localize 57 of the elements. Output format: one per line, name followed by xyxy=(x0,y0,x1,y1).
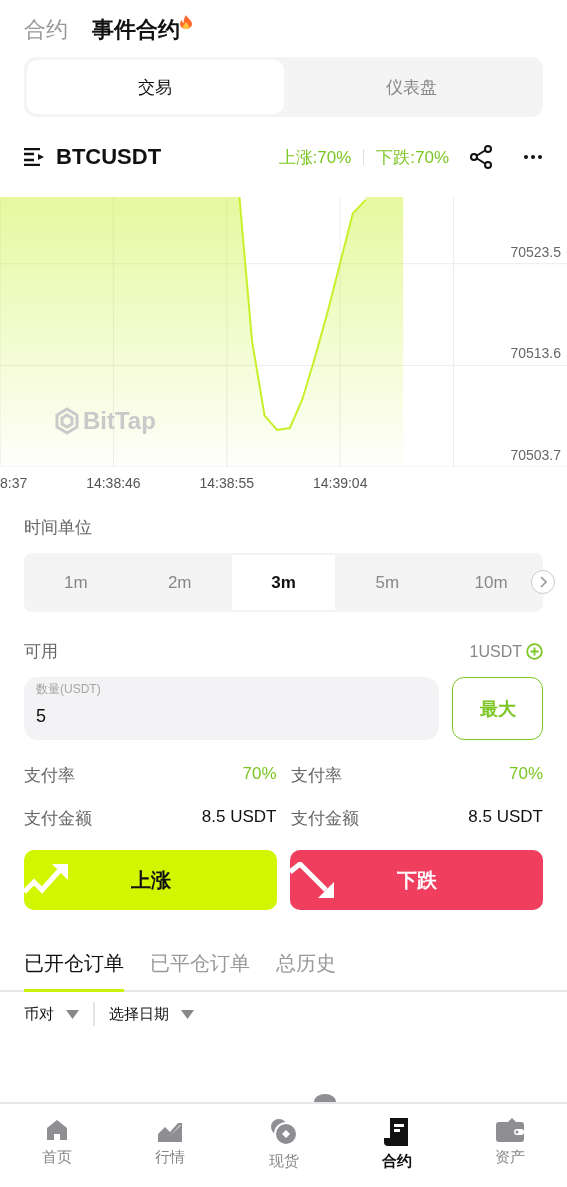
caret-icon xyxy=(66,1009,79,1019)
interval-option[interactable]: 2m xyxy=(127,555,232,610)
balance-label: 可用 xyxy=(24,641,58,663)
x-axis-label: 14:38:55 xyxy=(199,475,255,491)
up-rate: 上涨:70% xyxy=(278,146,352,169)
menu-icon[interactable] xyxy=(24,148,44,166)
down-rate: 下跌:70% xyxy=(376,146,449,169)
nav-item[interactable]: 现货 xyxy=(226,1104,341,1187)
balance-value: 1USDT xyxy=(469,642,522,661)
interval-option[interactable]: 5m xyxy=(335,555,440,610)
x-axis-label: 8:37 xyxy=(0,475,28,491)
header-tab[interactable]: 事件合约 xyxy=(92,15,192,45)
header-tab[interactable]: 合约 xyxy=(24,15,68,45)
x-axis-label: 14:38:46 xyxy=(86,475,141,491)
chevron-right-icon xyxy=(539,576,547,588)
order-tab[interactable]: 已平仓订单 xyxy=(150,950,250,992)
rate-label: 支付率 xyxy=(290,765,342,787)
interval-option[interactable]: 3m xyxy=(231,555,336,610)
nav-item[interactable]: 行情 xyxy=(113,1104,227,1187)
rate-value: 70% xyxy=(508,764,543,785)
fall-button[interactable]: 下跌 xyxy=(290,850,543,910)
more-icon[interactable] xyxy=(523,154,543,160)
rate-value: 70% xyxy=(242,764,277,785)
caret-icon xyxy=(181,1009,194,1019)
y-axis-label: 70503.7 xyxy=(510,447,561,463)
nav-item[interactable]: 首页 xyxy=(0,1104,114,1187)
y-axis-label: 70513.6 xyxy=(510,345,561,362)
filter-dropdown[interactable]: 币对 xyxy=(24,1004,79,1024)
symbol-name: BTCUSDT xyxy=(56,144,163,170)
nav-item[interactable]: 合约 xyxy=(340,1104,454,1187)
interval-option[interactable]: 10m xyxy=(439,555,543,610)
mode-tab[interactable]: 仪表盘 xyxy=(283,60,540,114)
wallet-icon xyxy=(496,1118,525,1142)
home-icon xyxy=(44,1118,69,1142)
x-axis-label: 14:39:04 xyxy=(312,475,368,491)
section-label: 时间单位 xyxy=(24,518,92,537)
amount-value: 8.5 USDT xyxy=(468,807,543,828)
share-icon[interactable] xyxy=(469,145,493,169)
rate-label: 支付率 xyxy=(24,765,75,787)
filter-dropdown[interactable]: 选择日期 xyxy=(109,1004,194,1024)
max-button[interactable]: 最大 xyxy=(452,677,543,740)
nav-item[interactable]: 资产 xyxy=(453,1104,567,1187)
order-tab[interactable]: 总历史 xyxy=(276,950,336,992)
amount-label: 支付金额 xyxy=(290,808,359,830)
amount-label: 支付金额 xyxy=(24,808,92,830)
document-icon xyxy=(383,1118,410,1146)
order-tab[interactable]: 已开仓订单 xyxy=(24,950,124,992)
mode-tab[interactable]: 交易 xyxy=(27,60,284,114)
y-axis-label: 70523.5 xyxy=(510,243,561,260)
amount-placeholder: 数量(USDT) xyxy=(36,681,102,698)
amount-input[interactable]: 5 xyxy=(36,706,427,727)
interval-option[interactable]: 1m xyxy=(24,555,128,610)
empty-state-icon xyxy=(314,1094,336,1102)
coins-icon xyxy=(269,1118,298,1146)
rise-button[interactable]: 上涨 xyxy=(24,850,277,910)
amount-field[interactable]: 数量(USDT) 5 xyxy=(24,677,439,740)
amount-value: 8.5 USDT xyxy=(201,807,277,828)
